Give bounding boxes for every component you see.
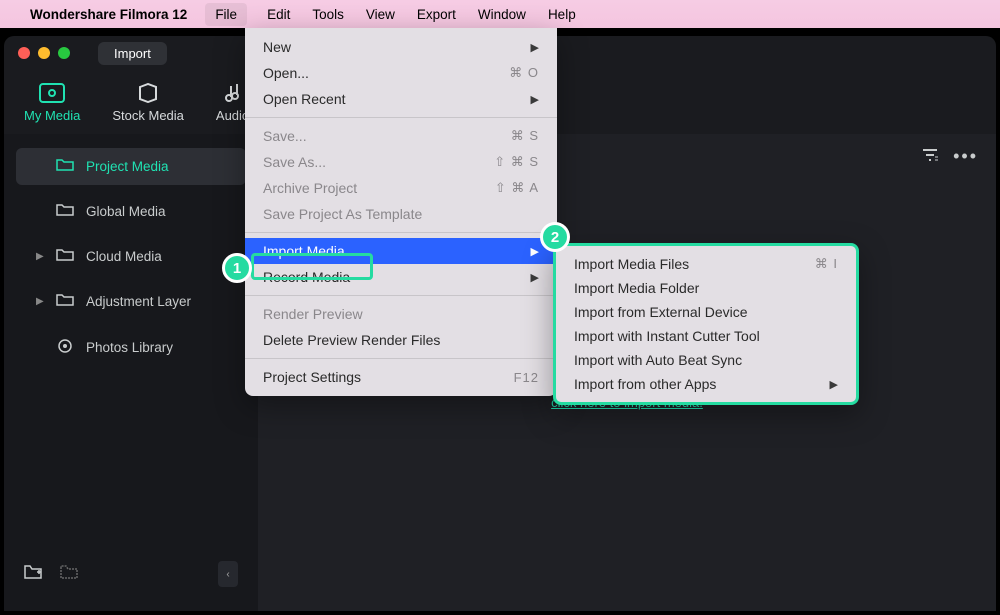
- nav-label: Stock Media: [112, 108, 184, 123]
- menubar-window[interactable]: Window: [476, 3, 528, 26]
- sidebar-item-global-media[interactable]: Global Media: [16, 193, 246, 230]
- macos-menubar: Wondershare Filmora 12 File Edit Tools V…: [0, 0, 1000, 28]
- sidebar-item-label: Global Media: [86, 204, 166, 219]
- sidebar-item-label: Adjustment Layer: [86, 294, 191, 309]
- nav-my-media[interactable]: My Media: [24, 82, 80, 123]
- stock-icon: [135, 82, 161, 104]
- folder-icon: [56, 203, 74, 220]
- shortcut-label: F12: [514, 370, 539, 385]
- close-window-button[interactable]: [18, 47, 30, 59]
- menubar-edit[interactable]: Edit: [265, 3, 292, 26]
- menubar-export[interactable]: Export: [415, 3, 458, 26]
- menubar-file[interactable]: File: [205, 3, 247, 26]
- sidebar-item-photos-library[interactable]: Photos Library: [16, 328, 246, 367]
- folder-icon: [56, 158, 74, 175]
- sidebar-collapse-button[interactable]: ‹: [218, 561, 238, 587]
- folder-icon: [56, 293, 74, 310]
- sidebar-item-label: Cloud Media: [86, 249, 162, 264]
- annotation-badge-2: 2: [540, 222, 570, 252]
- audio-icon: [220, 82, 246, 104]
- sidebar-item-label: Project Media: [86, 159, 169, 174]
- submenu-import-external[interactable]: Import from External Device: [556, 300, 856, 324]
- sidebar-item-label: Photos Library: [86, 340, 173, 355]
- import-button[interactable]: Import: [98, 42, 167, 65]
- sidebar-item-adjustment-layer[interactable]: ▶ Adjustment Layer: [16, 283, 246, 320]
- shortcut-label: ⇧ ⌘ S: [494, 154, 539, 170]
- submenu-import-folder[interactable]: Import Media Folder: [556, 276, 856, 300]
- menu-delete-preview[interactable]: Delete Preview Render Files: [245, 327, 557, 353]
- submenu-instant-cutter[interactable]: Import with Instant Cutter Tool: [556, 324, 856, 348]
- menubar-view[interactable]: View: [364, 3, 397, 26]
- chevron-right-icon: ▶: [830, 378, 838, 391]
- menu-new[interactable]: New▶: [245, 34, 557, 60]
- annotation-badge-1: 1: [222, 253, 252, 283]
- shortcut-label: ⇧ ⌘ A: [495, 180, 539, 196]
- menu-separator: [245, 295, 557, 296]
- nav-label: My Media: [24, 108, 80, 123]
- menubar-app-title: Wondershare Filmora 12: [30, 7, 187, 22]
- submenu-import-files[interactable]: Import Media Files⌘ I: [556, 252, 856, 276]
- menu-render-preview: Render Preview: [245, 301, 557, 327]
- minimize-window-button[interactable]: [38, 47, 50, 59]
- sidebar-item-cloud-media[interactable]: ▶ Cloud Media: [16, 238, 246, 275]
- menu-separator: [245, 232, 557, 233]
- import-media-submenu: Import Media Files⌘ I Import Media Folde…: [553, 243, 859, 405]
- chevron-right-icon: ▶: [531, 41, 539, 54]
- folder-icon: [56, 248, 74, 265]
- chevron-right-icon: ▶: [531, 93, 539, 106]
- chevron-right-icon: ▶: [36, 296, 44, 307]
- file-menu-dropdown: New▶ Open...⌘ O Open Recent▶ Save...⌘ S …: [245, 28, 557, 396]
- shortcut-label: ⌘ O: [509, 65, 539, 81]
- shortcut-label: ⌘ I: [815, 256, 838, 272]
- filter-icon[interactable]: [921, 147, 939, 166]
- traffic-lights: [18, 47, 70, 59]
- menubar-help[interactable]: Help: [546, 3, 578, 26]
- delete-folder-icon[interactable]: [60, 564, 80, 585]
- menubar-tools[interactable]: Tools: [310, 3, 346, 26]
- sidebar-item-project-media[interactable]: Project Media: [16, 148, 246, 185]
- chevron-right-icon: ▶: [36, 251, 44, 262]
- menu-import-media[interactable]: Import Media▶: [245, 238, 557, 264]
- menu-project-settings[interactable]: Project SettingsF12: [245, 364, 557, 390]
- menu-separator: [245, 358, 557, 359]
- photos-icon: [56, 338, 74, 357]
- menu-archive-project: Archive Project⇧ ⌘ A: [245, 175, 557, 201]
- menu-record-media[interactable]: Record Media▶: [245, 264, 557, 290]
- menu-separator: [245, 117, 557, 118]
- more-options-icon[interactable]: •••: [953, 146, 978, 167]
- new-folder-icon[interactable]: [24, 564, 44, 585]
- chevron-right-icon: ▶: [531, 245, 539, 258]
- submenu-auto-beat-sync[interactable]: Import with Auto Beat Sync: [556, 348, 856, 372]
- shortcut-label: ⌘ S: [511, 128, 539, 144]
- sidebar: Project Media Global Media ▶ Cloud Media…: [4, 134, 258, 611]
- menu-save: Save...⌘ S: [245, 123, 557, 149]
- sidebar-footer: ‹: [4, 547, 258, 601]
- media-icon: [39, 82, 65, 104]
- chevron-right-icon: ▶: [531, 271, 539, 284]
- maximize-window-button[interactable]: [58, 47, 70, 59]
- menu-open[interactable]: Open...⌘ O: [245, 60, 557, 86]
- menu-save-as: Save As...⇧ ⌘ S: [245, 149, 557, 175]
- nav-stock-media[interactable]: Stock Media: [112, 82, 184, 123]
- menu-save-template: Save Project As Template: [245, 201, 557, 227]
- submenu-other-apps[interactable]: Import from other Apps▶: [556, 372, 856, 396]
- menu-open-recent[interactable]: Open Recent▶: [245, 86, 557, 112]
